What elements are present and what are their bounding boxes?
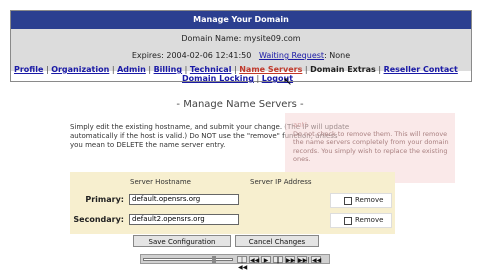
rewind-icon[interactable]: ◀◀	[249, 256, 259, 264]
nav-name-servers[interactable]: Name Servers	[239, 65, 302, 74]
skip-back-icon[interactable]: |◀◀	[237, 256, 247, 271]
nav-admin[interactable]: Admin	[117, 65, 146, 74]
nav-bar-row2: Domain Locking | Logout	[182, 74, 294, 83]
expires-value: 2004-02-06 12:41:50	[166, 51, 252, 60]
fast-forward-icon[interactable]: ▶▶	[285, 256, 295, 264]
secondary-label: Secondary:	[73, 215, 124, 224]
nav-domain-locking[interactable]: Domain Locking	[182, 74, 254, 83]
mouse-cursor-icon: ↖	[283, 75, 293, 88]
nav-profile[interactable]: Profile	[14, 65, 43, 74]
cancel-changes-button[interactable]: Cancel Changes	[235, 235, 319, 247]
panel-title: Manage Your Domain	[11, 11, 471, 29]
col-hostname-header: Server Hostname	[130, 178, 191, 186]
expires-label: Expires:	[131, 51, 164, 60]
waiting-request-link[interactable]: Waiting Request	[259, 51, 324, 60]
col-ip-header: Server IP Address	[250, 178, 312, 186]
skip-forward-icon[interactable]: ▶▶|	[297, 256, 309, 264]
secondary-hostname-input[interactable]	[129, 214, 239, 225]
save-configuration-button[interactable]: Save Configuration	[133, 235, 231, 247]
expires-row: Expires: 2004-02-06 12:41:50 Waiting Req…	[11, 51, 471, 60]
seek-track[interactable]	[143, 258, 233, 261]
media-player-bar: |◀◀ ◀◀ ▶ ‖ ▶▶ ▶▶| ◀◀	[140, 254, 330, 271]
primary-remove-checkbox[interactable]	[344, 197, 352, 205]
pause-icon[interactable]: ‖	[273, 256, 283, 264]
primary-remove[interactable]: Remove	[330, 193, 392, 208]
tooltip-text: Do not check to remove them. This will r…	[293, 129, 449, 164]
nav-organization[interactable]: Organization	[51, 65, 109, 74]
waiting-request-value: : None	[324, 51, 351, 60]
domain-name-row: Domain Name: mysite09.com	[11, 34, 471, 43]
play-icon[interactable]: ▶	[261, 256, 271, 264]
primary-label: Primary:	[85, 195, 124, 204]
section-title: - Manage Name Servers -	[176, 99, 304, 110]
volume-icon[interactable]: ◀◀	[311, 256, 321, 264]
tooltip-title: ant!	[293, 121, 308, 129]
nav-reseller-contact[interactable]: Reseller Contact	[384, 65, 458, 74]
nav-billing[interactable]: Billing	[154, 65, 183, 74]
primary-remove-label: Remove	[355, 196, 384, 204]
secondary-remove[interactable]: Remove	[330, 213, 392, 228]
nav-technical[interactable]: Technical	[190, 65, 232, 74]
domain-name-label: Domain Name:	[181, 34, 242, 43]
nav-domain-extras[interactable]: Domain Extras	[310, 65, 376, 74]
domain-name-value: mysite09.com	[243, 34, 301, 43]
secondary-remove-checkbox[interactable]	[344, 217, 352, 225]
seek-thumb[interactable]	[212, 256, 216, 263]
secondary-remove-label: Remove	[355, 216, 384, 224]
primary-hostname-input[interactable]	[129, 194, 239, 205]
